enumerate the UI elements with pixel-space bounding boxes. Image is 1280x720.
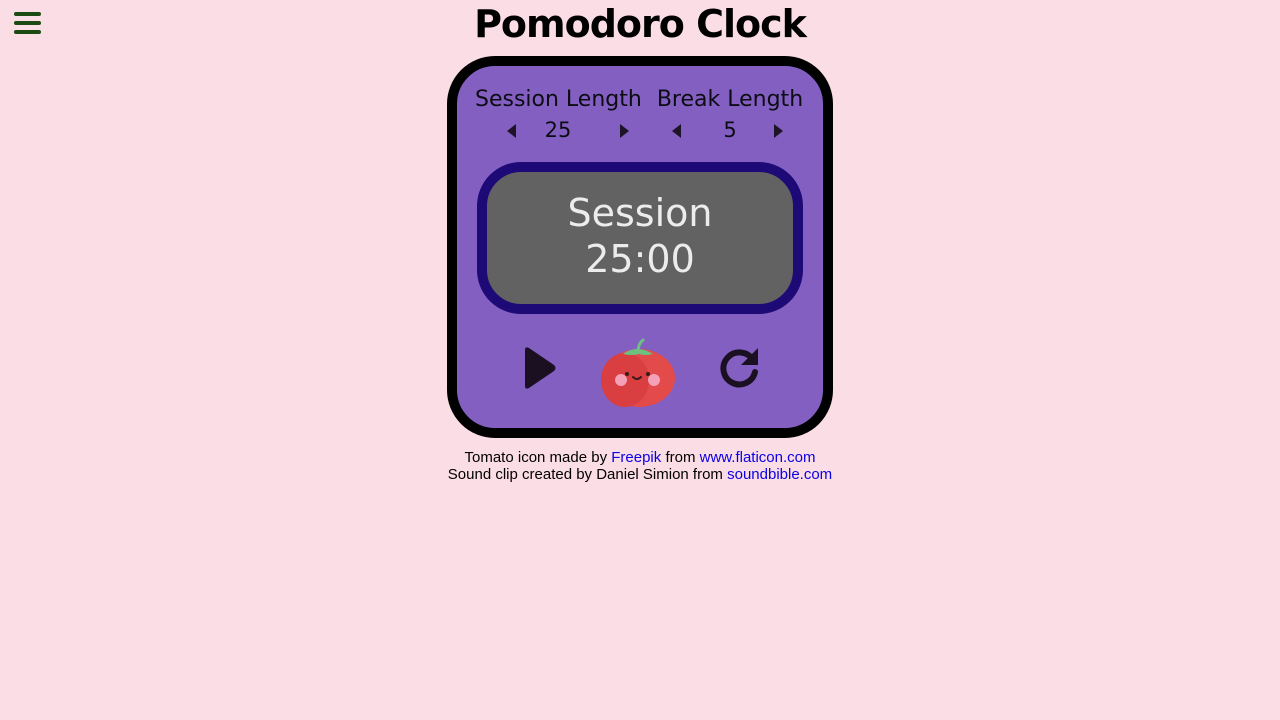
credits-line-tomato: Tomato icon made by Freepik from www.fla…	[0, 449, 1280, 466]
break-length-control: Break Length 5	[655, 84, 805, 144]
break-length-value: 5	[723, 118, 737, 142]
credits-text: Tomato icon made by	[464, 449, 612, 466]
reset-icon[interactable]	[717, 346, 761, 390]
credits-text: from	[661, 449, 700, 466]
credits-line-sound: Sound clip created by Daniel Simion from…	[0, 466, 1280, 483]
session-length-label: Session Length	[475, 87, 642, 112]
play-icon[interactable]	[521, 346, 557, 390]
timer-mode-label: Session	[567, 191, 713, 235]
flaticon-link[interactable]: www.flaticon.com	[700, 449, 816, 466]
session-increment-icon[interactable]	[620, 124, 629, 138]
session-decrement-icon[interactable]	[507, 124, 516, 138]
break-increment-icon[interactable]	[774, 124, 783, 138]
tomato-icon	[599, 336, 677, 410]
page-title: Pomodoro Clock	[474, 2, 807, 46]
timer-time: 25:00	[585, 237, 695, 281]
soundbible-link[interactable]: soundbible.com	[727, 466, 832, 483]
timer-display: Session 25:00	[477, 162, 803, 314]
break-decrement-icon[interactable]	[672, 124, 681, 138]
credits-text: Sound clip created by Daniel Simion from	[447, 466, 728, 483]
session-length-control: Session Length 25	[475, 84, 642, 144]
credits: Tomato icon made by Freepik from www.fla…	[0, 449, 1280, 483]
freepik-link[interactable]: Freepik	[611, 449, 661, 466]
pomodoro-clock: Session Length 25 Break Length 5 Session…	[447, 56, 833, 438]
break-length-label: Break Length	[656, 87, 804, 112]
session-length-value: 25	[544, 118, 572, 142]
